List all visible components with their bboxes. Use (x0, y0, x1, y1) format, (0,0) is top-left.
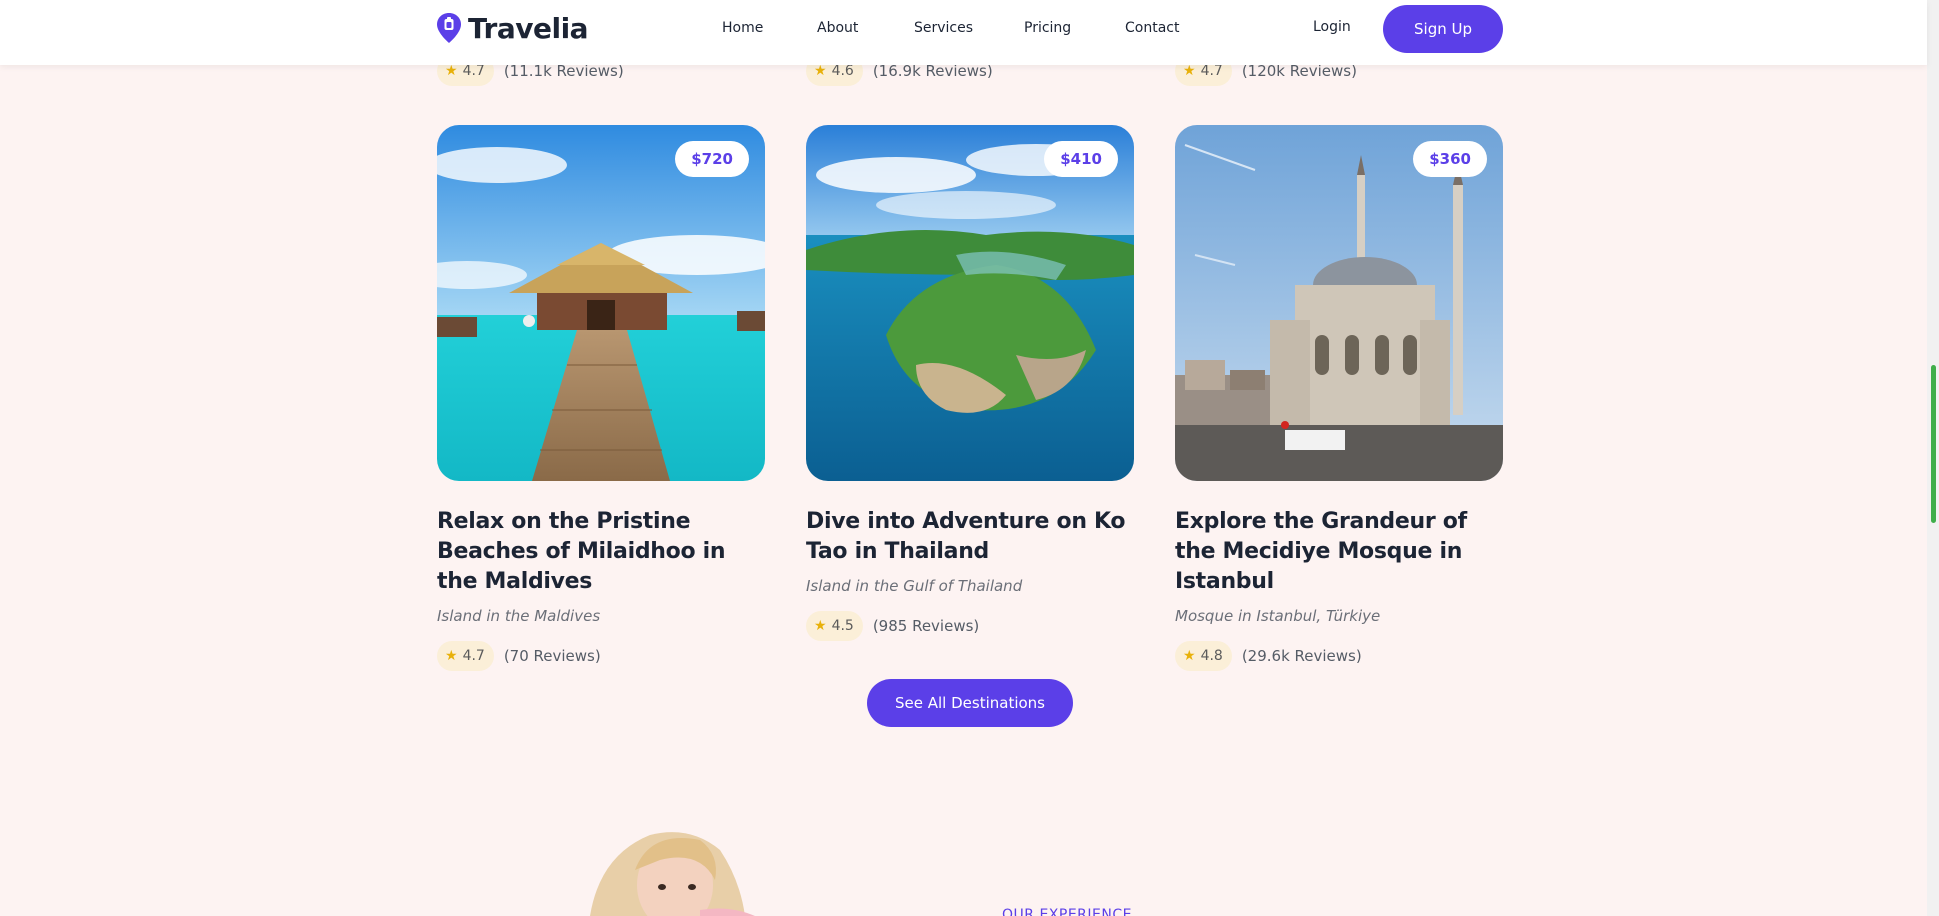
review-count: (985 Reviews) (872, 617, 980, 635)
destination-title[interactable]: Dive into Adventure on Ko Tao in Thailan… (806, 507, 1134, 567)
price-badge: $360 (1413, 141, 1487, 177)
woman-photo (590, 832, 755, 916)
destination-rating: ★ 4.8 (29.6k Reviews) (1175, 641, 1503, 671)
rating-badge: ★ 4.8 (1175, 641, 1232, 671)
navbar: Travelia Home About Services Pricing Con… (0, 0, 1927, 65)
brand-name: Travelia (468, 11, 589, 45)
star-icon: ★ (814, 63, 827, 79)
star-icon: ★ (1183, 648, 1196, 664)
section-eyebrow: OUR EXPERIENCE (1002, 907, 1132, 916)
nav-contact[interactable]: Contact (1125, 20, 1179, 36)
destination-card-maldives[interactable]: $720 Relax on the Pristine Beaches of Mi… (437, 125, 765, 671)
price-badge: $720 (675, 141, 749, 177)
location-pin-icon (437, 13, 461, 43)
destination-rating: ★ 4.7 (70 Reviews) (437, 641, 765, 671)
destination-location: Island in the Maldives (437, 607, 601, 625)
destination-rating: ★ 4.5 (985 Reviews) (806, 611, 1134, 641)
destination-card-istanbul[interactable]: $360 Explore the Grandeur of the Mecidiy… (1175, 125, 1503, 671)
destination-location: Island in the Gulf of Thailand (806, 577, 1023, 595)
nav-pricing[interactable]: Pricing (1024, 20, 1071, 36)
login-link[interactable]: Login (1313, 19, 1351, 35)
destination-image[interactable]: $360 (1175, 125, 1503, 481)
ko-tao-photo (806, 125, 1134, 481)
review-count: (29.6k Reviews) (1241, 647, 1362, 665)
istanbul-mosque-photo (1175, 125, 1503, 481)
star-icon: ★ (814, 618, 827, 634)
rating-badge: ★ 4.5 (806, 611, 863, 641)
rating-value: 4.6 (831, 63, 854, 79)
maldives-photo (437, 125, 765, 481)
rating-value: 4.7 (462, 63, 485, 79)
destination-image[interactable]: $410 (806, 125, 1134, 481)
rating-value: 4.7 (462, 648, 485, 664)
rating-value: 4.5 (831, 618, 854, 634)
signup-button[interactable]: Sign Up (1383, 5, 1503, 53)
star-icon: ★ (1183, 63, 1196, 79)
scrollbar-thumb[interactable] (1931, 365, 1936, 523)
experience-person-image (580, 825, 760, 916)
nav-about[interactable]: About (817, 20, 858, 36)
rating-value: 4.8 (1200, 648, 1223, 664)
rating-value: 4.7 (1200, 63, 1223, 79)
destination-title[interactable]: Explore the Grandeur of the Mecidiye Mos… (1175, 507, 1503, 597)
nav-services[interactable]: Services (914, 20, 973, 36)
review-count: (70 Reviews) (503, 647, 601, 665)
star-icon: ★ (445, 63, 458, 79)
destination-location: Mosque in Istanbul, Türkiye (1175, 607, 1381, 625)
price-badge: $410 (1044, 141, 1118, 177)
rating-badge: ★ 4.7 (437, 641, 494, 671)
destination-title[interactable]: Relax on the Pristine Beaches of Milaidh… (437, 507, 765, 597)
see-all-destinations-button[interactable]: See All Destinations (867, 679, 1073, 727)
destination-card-ko-tao[interactable]: $410 Dive into Adventure on Ko Tao in Th… (806, 125, 1134, 641)
nav-home[interactable]: Home (722, 20, 763, 36)
star-icon: ★ (445, 648, 458, 664)
destination-image[interactable]: $720 (437, 125, 765, 481)
logo[interactable]: Travelia (436, 11, 589, 45)
